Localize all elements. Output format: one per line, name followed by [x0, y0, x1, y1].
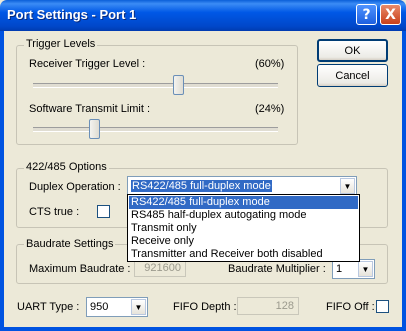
baudrate-multiplier-select[interactable]: 1 ▼ — [332, 259, 375, 279]
window-frame-left — [0, 31, 4, 331]
duplex-option-receive-only[interactable]: Receive only — [129, 235, 358, 248]
chevron-down-icon[interactable]: ▼ — [340, 178, 355, 194]
baudrate-multiplier-label: Baudrate Multiplier : — [228, 263, 326, 275]
fifo-off-label: FIFO Off : — [326, 301, 375, 313]
help-button[interactable]: ? — [356, 4, 377, 25]
cancel-button[interactable]: Cancel — [317, 64, 388, 87]
help-icon: ? — [362, 6, 371, 23]
duplex-selected-value: RS422/485 full-duplex mode — [131, 180, 272, 192]
transmit-limit-label: Software Transmit Limit : — [29, 103, 151, 115]
duplex-operation-select[interactable]: RS422/485 full-duplex mode ▼ — [127, 176, 357, 196]
uart-type-label: UART Type : — [17, 301, 80, 313]
options-422-legend: 422/485 Options — [24, 161, 109, 173]
receiver-trigger-label: Receiver Trigger Level : — [29, 58, 146, 70]
baudrate-legend: Baudrate Settings — [24, 238, 116, 250]
receiver-slider-thumb[interactable] — [173, 75, 184, 95]
duplex-option-full-duplex[interactable]: RS422/485 full-duplex mode — [129, 196, 358, 209]
chevron-down-icon[interactable]: ▼ — [131, 299, 146, 315]
fifo-depth-value: 128 — [275, 300, 294, 312]
duplex-option-both-disabled[interactable]: Transmitter and Receiver both disabled — [129, 248, 358, 261]
receiver-slider-track — [33, 83, 278, 88]
fifo-depth-field: 128 — [237, 297, 299, 315]
uart-type-select[interactable]: 950 ▼ — [86, 297, 148, 317]
window-frame-bottom — [0, 327, 406, 331]
max-baudrate-value: 921600 — [144, 262, 181, 274]
cts-true-label: CTS true : — [29, 206, 80, 218]
fifo-off-checkbox[interactable] — [376, 300, 389, 313]
duplex-operation-label: Duplex Operation : — [29, 181, 121, 193]
max-baudrate-label: Maximum Baudrate : — [29, 263, 131, 275]
window-title: Port Settings - Port 1 — [7, 7, 137, 22]
close-button[interactable]: X — [380, 4, 401, 25]
window-frame-right — [402, 31, 406, 331]
ok-button[interactable]: OK — [317, 39, 388, 62]
receiver-trigger-value: (60%) — [255, 58, 285, 70]
duplex-option-half-duplex[interactable]: RS485 half-duplex autogating mode — [129, 209, 358, 222]
transmit-slider-track — [33, 127, 278, 132]
transmit-slider-thumb[interactable] — [89, 119, 100, 139]
close-icon: X — [385, 6, 396, 23]
duplex-operation-dropdown-list: RS422/485 full-duplex mode RS485 half-du… — [127, 194, 360, 262]
cts-true-checkbox[interactable] — [97, 205, 110, 218]
transmit-limit-value: (24%) — [255, 103, 285, 115]
baudrate-multiplier-value: 1 — [336, 263, 343, 275]
uart-type-value: 950 — [90, 301, 109, 313]
trigger-levels-legend: Trigger Levels — [24, 38, 98, 50]
chevron-down-icon[interactable]: ▼ — [358, 261, 373, 277]
fifo-depth-label: FIFO Depth : — [173, 301, 237, 313]
duplex-option-transmit-only[interactable]: Transmit only — [129, 222, 358, 235]
